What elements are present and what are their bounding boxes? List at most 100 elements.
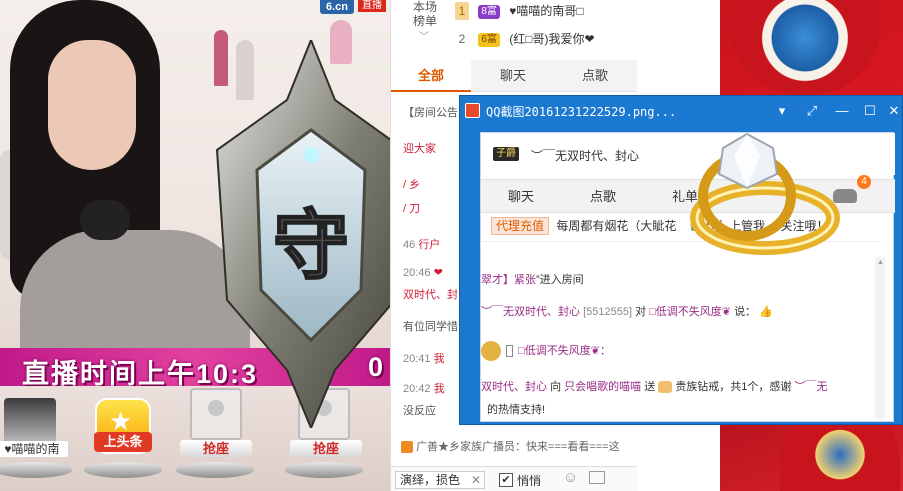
msg-user[interactable]: ︶￣无双时代、封心 [481,306,580,318]
live-tag: 直播 [358,0,386,12]
inner-username: ︶￣无双时代、封心 [531,149,640,163]
msg-user[interactable]: 翠才】紧张 [481,274,536,286]
guard-badge-icon [481,341,501,361]
message-text: 没反应 [403,405,436,417]
broadcast-text: 广善★乡家族广播员：快来===看看===这 [416,441,620,453]
message-text: 迎大家 [403,143,436,155]
ranking-row[interactable]: 1 8富 ♥喵喵的南哥□ [455,2,584,20]
ranking-username: (红□哥)我爱你❤ [509,32,595,46]
message-text: / 乡 [403,179,421,191]
message-time: 20:46 [403,267,431,279]
message-text: 双时代、封 [403,289,458,301]
msg-text: ”进入房间 [536,274,584,286]
message-text: 我 [433,353,445,365]
dragon-pattern [730,0,880,95]
message-text: 我 [433,383,445,395]
close-icon[interactable]: ✕ [471,472,481,488]
chat-message: 20:46 ❤ [403,266,443,279]
msg-text: 的热情支持! [487,404,546,416]
message-text: ❤ [433,267,443,279]
whisper-label: 悄悄 [517,474,542,488]
target-user-chip[interactable]: 演绎，损色 ✕ [395,471,485,489]
tab-songs[interactable]: 点歌 [555,60,635,92]
seat-user-label[interactable]: ♥喵喵的南 [0,441,68,457]
car-count-badge: 4 [857,175,871,189]
rank-number: 2 [458,32,466,46]
emoji-icon[interactable]: ☺ [563,469,578,486]
broadcast-icon [401,441,413,454]
inner-tab-songs[interactable]: 点歌 [563,180,643,214]
msg-text: 送 [644,381,656,393]
message-text: / 刀 [403,203,421,215]
headline-button[interactable]: 上头条 [94,432,152,452]
message-text: 有位同学惜 [403,321,458,333]
msg-user[interactable]: 双时代、封心 [481,381,547,393]
gift-icon [658,381,673,394]
diamond-ring-icon [690,132,840,255]
msg-text: 说： [734,306,757,318]
msg-user[interactable]: ︶￣无 [795,381,828,393]
tab-chat[interactable]: 聊天 [473,60,553,92]
chat-tabs: 全部 聊天 点歌 [391,60,637,92]
message-text: 行户 [418,239,441,251]
chat-message: 46 行户 [403,236,440,252]
grab-seat-button[interactable]: 抢座 [290,440,362,457]
chat-message: 有位同学惜 [403,318,458,334]
chat-message: 20:41 我 [403,350,445,366]
msg-text: 对 [635,306,647,318]
app-icon [465,103,480,118]
image-icon[interactable] [589,471,605,484]
scrollbar[interactable]: ▲ [875,257,885,419]
maximize-icon[interactable]: ☐ [861,102,879,120]
guard-char: 守 [273,201,349,290]
streamer-face [48,40,136,170]
rank-number: 1 [455,2,469,20]
chevron-down-icon[interactable]: ﹀ [419,28,429,43]
wealth-level-badge: 8富 [478,4,500,19]
inner-chat-message: 双时代、封心 向 只会唱歌的喵喵 送 贵族钻戒，共1个，感谢 ︶￣无 [481,378,828,394]
msg-text: 向 [550,381,562,393]
inner-chat-message: □低调不失风度❦： [481,341,611,361]
minimize-icon[interactable]: — [833,102,851,120]
tab-all[interactable]: 全部 [391,60,471,92]
message-time: 20:42 [403,383,431,395]
phone-icon [506,345,514,357]
wealth-level-badge: 6富 [478,32,500,47]
msg-text: 贵族钻戒，共1个，感谢 [675,381,792,393]
grab-seat-button[interactable]: 抢座 [180,440,252,457]
headphone-icon [80,200,130,240]
scroll-up-icon[interactable]: ▲ [877,259,884,266]
message-time: 46 [403,239,416,251]
thumbs-up-icon: 👍 [759,306,773,318]
broadcast-announce[interactable]: 广善★乡家族广播员：快来===看看===这 [401,438,620,454]
ranking-title[interactable]: 本场 榜单 [405,0,445,28]
dropdown-icon[interactable]: ▾ [773,102,791,120]
msg-user[interactable]: □低调不失风度❦： [518,345,611,357]
qq-window-title: QQ截图20161231222529.png... [486,105,677,119]
target-user-text: 演绎，损色 [400,473,461,487]
msg-user-id: [5512555] [583,306,632,318]
inner-tab-chat[interactable]: 聊天 [481,180,561,214]
chat-message: 迎大家 [403,140,436,156]
qq-image-viewer: QQ截图20161231222529.png... ▾ ⤢ — ☐ ✕ 子爵 ︶… [459,95,903,425]
close-icon[interactable]: ✕ [885,102,903,120]
pedestal [285,462,363,478]
ranking-row[interactable]: 2 6富 (红□哥)我爱你❤ [455,30,595,48]
message-time: 20:41 [403,353,431,365]
guardian-shield-icon: 守 [215,40,407,428]
inner-chat-message: 的热情支持! [487,401,545,417]
msg-target-user[interactable]: □低调不失风度❦ [649,306,731,318]
pedestal [84,462,162,478]
fullscreen-icon[interactable]: ⤢ [803,102,821,120]
agent-recharge-button[interactable]: 代理充值 [491,217,550,235]
msg-target-user[interactable]: 只会唱歌的喵喵 [564,381,641,393]
promo-text: 每周都有烟花（大眦花 [556,219,677,233]
qq-title-bar[interactable]: QQ截图20161231222529.png... ▾ ⤢ — ☐ ✕ [460,96,903,126]
inner-chat-message: ︶￣无双时代、封心 [5512555] 对 □低调不失风度❦ 说： 👍 [481,303,773,319]
whisper-checkbox[interactable]: ✔ [499,473,513,487]
chat-input-bar: 演绎，损色 ✕ ✔ 悄悄 ☺ [391,466,637,491]
noble-badge: 子爵 [493,147,519,161]
chat-message: 双时代、封 [403,286,458,302]
site-logo: 6.cn [319,0,354,14]
chat-message: 没反应 [403,402,436,418]
